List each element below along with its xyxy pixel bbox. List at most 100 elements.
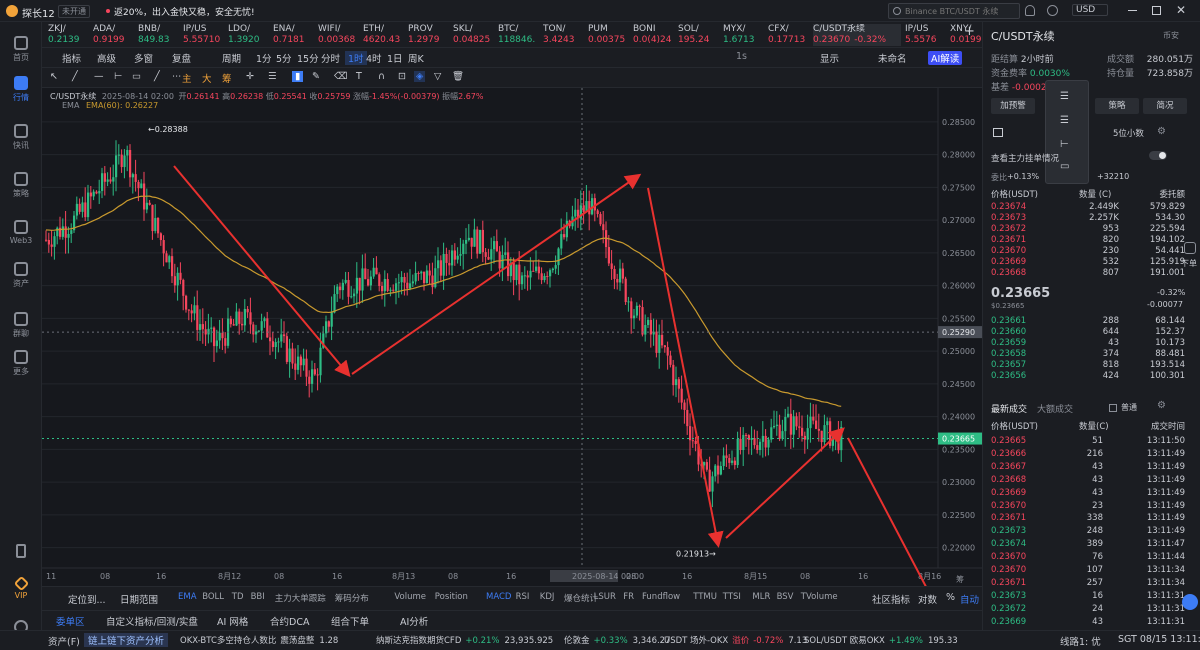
orderbook-row[interactable]: 0.23674 2.449K 579.829: [991, 202, 1193, 212]
ticker-tab[interactable]: C/USDT永续 0.23670 -0.32%: [813, 24, 901, 46]
indicator-item[interactable]: BBI: [251, 592, 265, 602]
sidebar-item-more[interactable]: 更多: [0, 350, 42, 377]
trend-arrow[interactable]: [351, 173, 642, 375]
indicator-item[interactable]: EMA: [178, 592, 197, 602]
ticker-tab[interactable]: BONI 0.0(4)24: [633, 24, 674, 46]
orderbook-row[interactable]: 0.23661 288 68.144: [991, 316, 1193, 326]
status-ticker[interactable]: SOL/USDT 欧易OKX +1.49% 195.33: [804, 634, 958, 646]
tab-orders[interactable]: 委单区: [56, 614, 85, 628]
eraser-icon[interactable]: ⌫: [334, 71, 347, 82]
phone-button[interactable]: [0, 544, 42, 560]
indicator-item[interactable]: KDJ: [540, 592, 555, 602]
sidebar-item-assets[interactable]: 资产: [0, 262, 42, 289]
scale-label[interactable]: 1s: [736, 51, 747, 62]
layout-asks-icon[interactable]: ☰: [1060, 115, 1069, 126]
add-alert-button[interactable]: 加预警: [991, 98, 1035, 114]
interval-5m[interactable]: 5分: [276, 51, 292, 65]
tab-combo-order[interactable]: 组合下单: [331, 614, 369, 628]
indicator-item[interactable]: FR: [623, 592, 634, 602]
orderbook-row[interactable]: 0.23669 532 125.919: [991, 257, 1193, 267]
pen-icon[interactable]: ╱: [154, 71, 160, 82]
sidebar-item-strategy[interactable]: 策略: [0, 172, 42, 199]
search-input[interactable]: [905, 5, 1017, 17]
orderbook-row[interactable]: 0.23671 820 194.102: [991, 235, 1193, 245]
orderbook-row[interactable]: 0.23658 374 88.481: [991, 349, 1193, 359]
promo-text[interactable]: 返20%，出入金快又稳，安全无忧!: [114, 5, 255, 18]
brush-icon[interactable]: ✎: [312, 71, 320, 82]
ema-legend[interactable]: EMA EMA(60): 0.26227: [62, 101, 158, 110]
indicator-button[interactable]: 指标: [62, 51, 81, 65]
tab-contract-dca[interactable]: 合约DCA: [270, 614, 309, 628]
ticker-tab[interactable]: IP/US 5.5576: [905, 24, 946, 46]
layout-name[interactable]: 未命名: [878, 51, 907, 65]
orderbook-row[interactable]: 0.23657 818 193.514: [991, 360, 1193, 370]
orderbook-mode-icon[interactable]: [993, 128, 1003, 137]
indicator-item[interactable]: BOLL: [202, 592, 224, 602]
draw-tool-active-icon[interactable]: ▮: [292, 71, 304, 82]
indicator-item[interactable]: TTSI: [723, 592, 741, 602]
sidebar-item-vip[interactable]: VIP: [0, 575, 42, 600]
main-force-icon[interactable]: 主: [182, 71, 192, 85]
measure-icon[interactable]: ⋯: [172, 71, 182, 82]
status-ticker[interactable]: 纳斯达克指数期货CFD +0.21% 23,935.925: [376, 634, 553, 646]
status-ticker[interactable]: 伦敦金 +0.33% 3,346.27: [564, 634, 671, 646]
line-icon[interactable]: ╱: [72, 71, 78, 82]
tab-custom-indicator[interactable]: 自定义指标/回测/实盘: [106, 614, 198, 628]
trades-settings-icon[interactable]: ⚙: [1157, 400, 1166, 411]
filter-icon[interactable]: ▽: [434, 71, 441, 82]
auto-scale-button[interactable]: 自动: [960, 592, 979, 606]
indicator-item[interactable]: TVolume: [801, 592, 838, 602]
log-scale-button[interactable]: 对数: [918, 592, 937, 606]
ticker-tab[interactable]: ETH/4620.43: [363, 24, 404, 46]
interval-timeshare[interactable]: 分时: [321, 51, 340, 65]
orderbook-row[interactable]: 0.23672 953 225.594: [991, 224, 1193, 234]
orderbook-row[interactable]: 0.23660 644 152.37: [991, 327, 1193, 337]
interval-1m[interactable]: 1分: [256, 51, 272, 65]
order-side-icon[interactable]: [1184, 242, 1196, 254]
trend-arrow[interactable]: [847, 437, 934, 586]
tab-ai-analysis[interactable]: AI分析: [400, 614, 428, 628]
trend-arrow[interactable]: [647, 187, 724, 548]
cursor-icon[interactable]: ↖: [50, 71, 58, 82]
indicator-item[interactable]: MACD: [486, 592, 511, 602]
ticker-tab[interactable]: PROV 1.2979: [408, 24, 449, 46]
indicator-item[interactable]: RSI: [516, 592, 530, 602]
date-range-button[interactable]: 日期范围: [120, 592, 158, 606]
add-tab-icon[interactable]: +: [964, 26, 975, 37]
support-icon[interactable]: [1182, 594, 1198, 610]
sidebar-item-web3[interactable]: Web3: [0, 220, 42, 245]
status-ticker[interactable]: OKX-BTC多空持仓人数比 震荡盘整 1.28: [180, 634, 338, 646]
layout-single-icon[interactable]: ▭: [1060, 161, 1069, 172]
symbol-title[interactable]: C/USDT永续: [991, 28, 1055, 44]
rect-icon[interactable]: ▭: [132, 71, 141, 82]
indicator-item[interactable]: 主力大单跟踪: [275, 592, 326, 604]
ticker-tab[interactable]: TON/3.4243: [543, 24, 584, 46]
interval-4h[interactable]: 4时: [366, 51, 382, 65]
tab-latest-trades[interactable]: 最新成交: [991, 402, 1027, 415]
crosshair-icon[interactable]: ✛: [246, 71, 254, 82]
ticker-tab[interactable]: BTC/118846.: [498, 24, 539, 46]
visibility-icon[interactable]: ◈: [414, 71, 426, 82]
user-icon[interactable]: [1047, 5, 1058, 16]
route-label[interactable]: 线路1: 优: [1060, 634, 1101, 648]
overview-button[interactable]: 简况: [1143, 98, 1187, 114]
ticker-tab[interactable]: ENA/0.7181: [273, 24, 314, 46]
hline-icon[interactable]: —: [94, 71, 104, 82]
orderbook-row[interactable]: 0.23673 2.257K 534.30: [991, 213, 1193, 223]
layout-both-icon[interactable]: ☰: [1060, 91, 1069, 102]
ai-interpret-button[interactable]: AI解读: [928, 51, 963, 65]
order-side-label[interactable]: 下单: [1181, 258, 1197, 269]
ticker-tab[interactable]: SKL/0.04825: [453, 24, 494, 46]
sidebar-item-chat[interactable]: 群聊: [0, 312, 42, 339]
orderbook-row[interactable]: 0.23659 43 10.173: [991, 338, 1193, 348]
tab-ai-grid[interactable]: AI 网格: [217, 614, 248, 628]
orderbook-row[interactable]: 0.23656 424 100.301: [991, 371, 1193, 381]
close-icon[interactable]: ✕: [1176, 3, 1186, 17]
indicator-item[interactable]: TTMU: [693, 592, 717, 602]
big-order-icon[interactable]: 大: [202, 71, 212, 85]
community-indicator-button[interactable]: 社区指标: [872, 592, 910, 606]
maximize-icon[interactable]: [1152, 6, 1161, 15]
ticker-tab[interactable]: CFX/0.17713: [768, 24, 809, 46]
main-order-toggle[interactable]: [1149, 151, 1167, 160]
orderbook-row[interactable]: 0.23668 807 191.001: [991, 268, 1193, 278]
